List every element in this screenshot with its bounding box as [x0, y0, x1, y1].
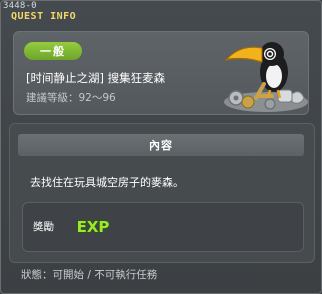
toucan-npc-icon — [224, 42, 308, 112]
content-panel: 內容 去找住在玩具城空房子的麥森。 獎勵 EXP — [9, 123, 315, 263]
reward-label: 獎勵 — [33, 221, 54, 233]
status-value: 可開始 / 不可執行任務 — [52, 269, 158, 281]
window-title: QUEST INFO — [11, 11, 77, 22]
content-header: 內容 — [18, 134, 304, 156]
exp-text: EXP — [77, 218, 110, 236]
recommended-level: 建議等級：92～96 — [26, 90, 116, 105]
quest-info-window: 3448-0 QUEST INFO 一般 [时间静止之湖] 搜集狂麦森 建議等級… — [0, 0, 322, 294]
exp-icon: EXP — [76, 217, 110, 236]
quest-id: 3448-0 — [3, 1, 37, 11]
quest-description: 去找住在玩具城空房子的麥森。 — [30, 176, 184, 189]
reward-box: 獎勵 EXP — [22, 202, 304, 252]
quest-summary-card: 一般 [时间静止之湖] 搜集狂麦森 建議等級：92～96 — [13, 31, 309, 115]
quest-name: [时间静止之湖] 搜集狂麦森 — [26, 71, 166, 85]
quest-status: 狀態：可開始 / 不可執行任務 — [21, 267, 157, 282]
quest-type-badge: 一般 — [24, 42, 82, 60]
level-label: 建議等級： — [26, 92, 79, 104]
status-label: 狀態： — [21, 269, 53, 281]
level-range: 92～96 — [78, 92, 116, 104]
